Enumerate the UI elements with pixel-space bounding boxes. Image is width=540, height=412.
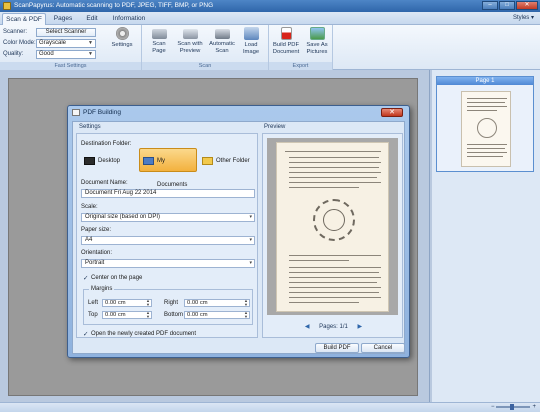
margins-group: Margins Left 0.00 cm ▲ ▼ Right 0.00 cm ▲ ▼ T… <box>83 286 253 325</box>
scanner-preview-icon <box>182 29 198 39</box>
document-name-input[interactable]: Document Fri Aug 22 2014 <box>81 189 255 198</box>
right-margin-label: Right <box>164 300 179 306</box>
tab-pages[interactable]: Pages <box>50 13 76 25</box>
select-scanner-button[interactable]: Select Scanner <box>36 28 96 37</box>
preview-title: Preview <box>264 124 286 130</box>
destination-other-folder[interactable]: Other Folder <box>199 151 257 171</box>
settings-pane: Settings Destination Folder: Desktop My … <box>76 124 258 338</box>
scan-with-preview-button[interactable]: Scan with Preview <box>175 27 205 54</box>
preview-frame <box>267 138 398 315</box>
checkmark-icon: ✓ <box>83 275 89 282</box>
tab-edit[interactable]: Edit <box>82 13 102 25</box>
documents-folder-icon <box>143 157 154 165</box>
group-label-fast-settings: Fast Settings <box>0 62 141 70</box>
preview-pane: Preview ◀ Pages: 1/1 ▶ <box>262 124 403 338</box>
dialog-icon <box>72 109 80 116</box>
paper-size-select[interactable]: A4 ▾ <box>81 236 255 245</box>
window-title: ScanPapyrus: Automatic scanning to PDF, … <box>14 2 214 9</box>
bottom-margin-input[interactable]: 0.00 cm ▲ ▼ <box>184 311 250 319</box>
close-button[interactable]: ✕ <box>516 1 538 10</box>
thumbnail-page-image <box>461 91 511 167</box>
group-label-scan: Scan <box>142 62 268 70</box>
gear-icon <box>115 27 129 40</box>
destination-my-documents[interactable]: My Documents <box>139 148 197 188</box>
settings-title: Settings <box>79 124 101 130</box>
left-margin-input[interactable]: 0.00 cm ▲ ▼ <box>102 299 152 307</box>
pdf-icon <box>280 27 292 40</box>
app-icon <box>3 2 11 10</box>
build-pdf-button[interactable]: Build PDF Document <box>271 27 301 55</box>
zoom-in-icon[interactable]: + <box>532 404 536 410</box>
cancel-button[interactable]: Cancel <box>361 343 405 353</box>
color-mode-select[interactable]: Grayscale ▼ <box>36 39 96 48</box>
scale-label: Scale: <box>81 204 98 210</box>
top-margin-input[interactable]: 0.00 cm ▲ ▼ <box>102 311 152 319</box>
ribbon-tabs: Scan & PDF Pages Edit Information Styles… <box>0 12 540 25</box>
auto-scanner-icon <box>214 29 230 39</box>
paper-size-label: Paper size: <box>81 227 112 233</box>
quality-label: Quality: <box>3 51 24 57</box>
previous-page-icon[interactable]: ◀ <box>305 324 310 330</box>
dialog-title-bar: PDF Building <box>68 106 409 119</box>
scale-select[interactable]: Original size (based on DPI) ▾ <box>81 213 255 222</box>
folder-icon <box>202 157 213 165</box>
pages-count: Pages: 1/1 <box>319 324 348 330</box>
dialog-title: PDF Building <box>83 109 121 116</box>
preview-box: ◀ Pages: 1/1 ▶ <box>262 133 403 338</box>
destination-label: Destination Folder: <box>81 141 132 147</box>
thumbnail-label: Page 1 <box>437 77 533 85</box>
preview-pager: ◀ Pages: 1/1 ▶ <box>263 323 404 330</box>
group-label-export: Export <box>269 62 332 70</box>
checkmark-icon: ✓ <box>83 331 89 338</box>
left-margin-label: Left <box>88 300 99 306</box>
maximize-button[interactable]: □ <box>499 1 515 10</box>
preview-page-image <box>276 142 389 312</box>
right-margin-input[interactable]: 0.00 cm ▲ ▼ <box>184 299 250 307</box>
automatic-scan-button[interactable]: Automatic Scan <box>207 27 237 54</box>
scan-page-button[interactable]: Scan Page <box>146 27 172 54</box>
save-as-pictures-button[interactable]: Save As Pictures <box>302 27 332 55</box>
zoom-slider-handle[interactable] <box>510 404 515 410</box>
ribbon: Scanner: Select Scanner Color Mode: Gray… <box>0 25 540 70</box>
load-image-button[interactable]: Load Image <box>239 27 263 55</box>
group-fast-settings: Scanner: Select Scanner Color Mode: Gray… <box>0 25 142 70</box>
tab-scan-pdf[interactable]: Scan & PDF <box>2 13 46 25</box>
pictures-icon <box>309 27 325 40</box>
open-pdf-checkbox[interactable]: ✓ Open the newly created PDF document <box>83 331 196 338</box>
settings-box: Destination Folder: Desktop My Documents… <box>76 133 258 338</box>
destination-desktop[interactable]: Desktop <box>81 151 137 171</box>
styles-menu[interactable]: Styles ▾ <box>513 14 534 21</box>
zoom-slider[interactable]: − + <box>491 404 536 410</box>
quality-select[interactable]: Good ▼ <box>36 50 96 59</box>
thumbnail-pane: Page 1 <box>432 70 540 402</box>
document-name-label: Document Name: <box>81 180 128 186</box>
group-export: Build PDF Document Save As Pictures Export <box>269 25 333 70</box>
bottom-margin-label: Bottom <box>164 312 184 318</box>
orientation-label: Orientation: <box>81 250 113 256</box>
group-scan: Scan Page Scan with Preview Automatic Scan … <box>142 25 269 70</box>
center-on-page-checkbox[interactable]: ✓ Center on the page <box>83 275 142 282</box>
page-thumbnail[interactable]: Page 1 <box>436 76 534 172</box>
color-mode-label: Color Mode: <box>3 40 36 46</box>
tab-information[interactable]: Information <box>109 13 149 25</box>
pdf-building-dialog: PDF Building ✕ Settings Destination Fold… <box>67 105 410 358</box>
dialog-body: Settings Destination Folder: Desktop My … <box>72 121 405 354</box>
margins-title: Margins <box>89 286 115 292</box>
status-bar: − + <box>0 402 540 412</box>
top-margin-label: Top <box>88 312 98 318</box>
settings-button[interactable]: Settings <box>108 27 136 49</box>
scanner-label: Scanner: <box>3 29 28 35</box>
desktop-icon <box>84 157 95 165</box>
zoom-out-icon[interactable]: − <box>491 404 495 410</box>
build-pdf-dialog-button[interactable]: Build PDF <box>315 343 359 353</box>
next-page-icon[interactable]: ▶ <box>358 324 363 330</box>
dialog-close-button[interactable]: ✕ <box>381 108 403 117</box>
scanner-icon <box>151 29 167 39</box>
minimize-button[interactable]: – <box>482 1 498 10</box>
load-image-icon <box>243 27 259 40</box>
orientation-select[interactable]: Portrait ▾ <box>81 259 255 268</box>
title-bar: ScanPapyrus: Automatic scanning to PDF, … <box>0 0 540 12</box>
